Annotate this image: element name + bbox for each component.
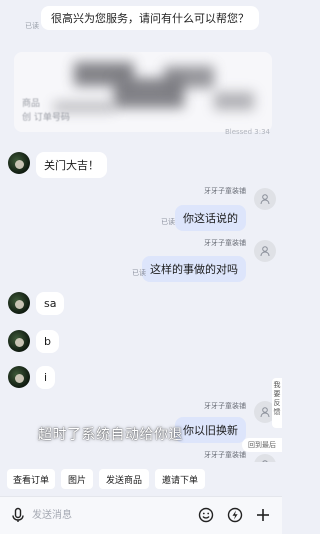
- sender-name: 牙牙子童装铺: [204, 451, 246, 459]
- card-text: 商品: [22, 99, 41, 109]
- message-bubble: 这样的事做的对吗: [142, 256, 246, 282]
- read-status: 已读: [132, 269, 146, 277]
- message-input[interactable]: [32, 503, 182, 527]
- message-bubble: 关门大吉！: [36, 152, 107, 178]
- greeting-bubble: 很高兴为您服务，请问有什么可以帮您？: [41, 6, 259, 30]
- product-card-blurred[interactable]: 商品 创 订单号码: [14, 52, 272, 132]
- microphone-icon[interactable]: [8, 505, 28, 525]
- sender-name: 牙牙子童装铺: [204, 187, 246, 195]
- quick-actions-bar: 查看订单 图片 发送商品 邀请下单: [0, 466, 282, 492]
- card-order-number: 创 订单号码: [22, 113, 70, 123]
- read-status: 已读: [25, 22, 39, 30]
- sender-name: 牙牙子童装铺: [204, 402, 246, 410]
- lightning-icon[interactable]: [225, 505, 245, 525]
- feedback-tab[interactable]: 我要反馈: [272, 378, 282, 428]
- message-bubble: 你这话说的: [175, 205, 246, 231]
- message-bubble: 你以旧换新: [175, 417, 246, 443]
- user-avatar[interactable]: [8, 366, 30, 388]
- user-avatar[interactable]: [8, 330, 30, 352]
- system-toast: 超时了系统自动给你退: [38, 427, 183, 443]
- message-bubble: sa: [36, 292, 65, 315]
- person-icon: [260, 194, 270, 205]
- view-order-button[interactable]: 查看订单: [7, 469, 55, 489]
- back-to-latest-button[interactable]: 回到最后: [242, 438, 282, 452]
- person-icon: [260, 407, 270, 418]
- input-bar: [0, 496, 282, 534]
- smile-icon[interactable]: [196, 505, 216, 525]
- message-bubble: i: [36, 366, 56, 389]
- shop-avatar[interactable]: [254, 454, 276, 462]
- invite-order-button[interactable]: 邀请下单: [155, 469, 205, 489]
- card-timestamp: Blessed 3:34: [224, 128, 270, 136]
- user-avatar[interactable]: [8, 152, 30, 174]
- shop-avatar[interactable]: [254, 188, 276, 210]
- image-button[interactable]: 图片: [61, 469, 93, 489]
- person-icon: [262, 460, 268, 462]
- shop-avatar[interactable]: [254, 240, 276, 262]
- plus-icon[interactable]: [253, 505, 273, 525]
- person-icon: [260, 246, 270, 257]
- user-avatar[interactable]: [8, 292, 30, 314]
- message-bubble: b: [36, 330, 59, 353]
- read-status: 已读: [161, 218, 175, 226]
- send-product-button[interactable]: 发送商品: [99, 469, 149, 489]
- chat-area[interactable]: 很高兴为您服务，请问有什么可以帮您？ 已读 商品 创 订单号码 Blessed …: [0, 0, 282, 462]
- sender-name: 牙牙子童装铺: [204, 239, 246, 247]
